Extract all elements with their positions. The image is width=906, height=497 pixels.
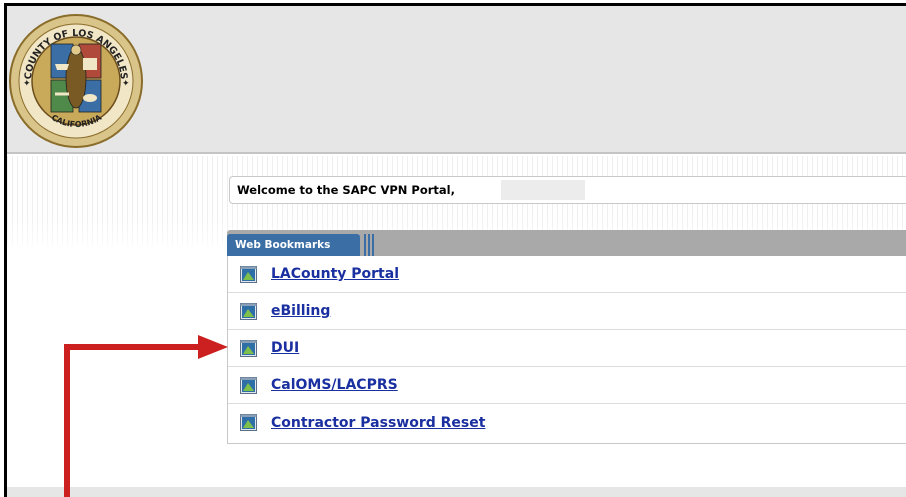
bookmark-link[interactable]: LACounty Portal [271, 266, 399, 282]
web-bookmark-icon [240, 376, 257, 394]
bookmark-link[interactable]: eBilling [271, 303, 330, 319]
bookmark-item-caloms-lacprs[interactable]: CalOMS/LACPRS [228, 367, 906, 404]
header-divider [7, 152, 906, 154]
tab-web-bookmarks[interactable]: Web Bookmarks [227, 234, 360, 256]
county-seal-logo: COUNTY OF LOS ANGELES CALIFORNIA ✦ ✦ [9, 14, 143, 148]
bookmark-item-ebilling[interactable]: eBilling [228, 293, 906, 330]
bookmark-item-contractor-password-reset[interactable]: Contractor Password Reset [228, 404, 906, 441]
svg-text:✦: ✦ [23, 79, 31, 89]
bookmarks-list: LACounty Portal eBilling DUI CalOMS/LACP… [227, 256, 906, 444]
redacted-username [501, 180, 585, 200]
web-bookmark-icon [240, 339, 257, 357]
web-bookmark-icon [240, 414, 257, 431]
web-bookmark-icon [240, 302, 257, 320]
portal-window: COUNTY OF LOS ANGELES CALIFORNIA ✦ ✦ Wel… [4, 3, 906, 497]
welcome-bar: Welcome to the SAPC VPN Portal, [229, 176, 906, 204]
portal-header: COUNTY OF LOS ANGELES CALIFORNIA ✦ ✦ [7, 6, 906, 152]
bookmark-link[interactable]: CalOMS/LACPRS [271, 377, 398, 393]
bookmark-link[interactable]: DUI [271, 340, 299, 356]
welcome-message: Welcome to the SAPC VPN Portal, [237, 183, 455, 197]
bookmarks-tab-bar: Web Bookmarks [227, 230, 906, 256]
bookmark-item-dui[interactable]: DUI [228, 330, 906, 367]
bookmark-item-lacounty-portal[interactable]: LACounty Portal [228, 256, 906, 293]
portal-footer [7, 487, 906, 497]
svg-text:✦: ✦ [122, 79, 130, 89]
tab-grip [364, 234, 374, 256]
web-bookmark-icon [240, 265, 257, 283]
bookmark-link[interactable]: Contractor Password Reset [271, 415, 485, 431]
